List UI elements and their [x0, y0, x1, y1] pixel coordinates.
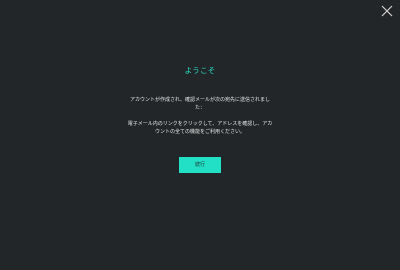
welcome-dialog: ようこそ アカウントが作成され、確認メールが次の宛先に送信されました： 電子メー… [0, 0, 400, 270]
verify-email-instructions: 電子メール内のリンクをクリックして、アドレスを確認し、アカウントの全ての機能をご… [127, 121, 273, 135]
close-button[interactable] [380, 4, 394, 18]
dialog-title: ようこそ [184, 66, 216, 75]
account-created-message: アカウントが作成され、確認メールが次の宛先に送信されました： [129, 97, 271, 111]
continue-button[interactable]: 続行 [179, 157, 221, 173]
close-icon[interactable] [380, 4, 394, 18]
